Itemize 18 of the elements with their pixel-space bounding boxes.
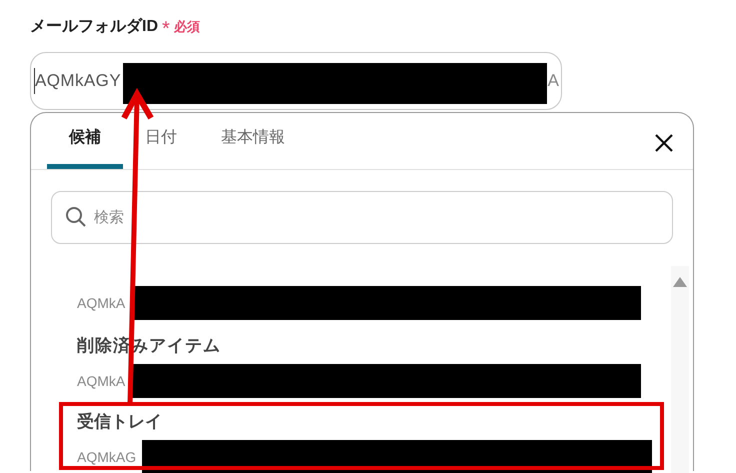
scroll-up-icon[interactable] xyxy=(672,276,688,288)
folder-name[interactable]: 受信トレイ xyxy=(77,410,671,434)
field-label: メールフォルダID xyxy=(30,16,158,37)
field-value: AQMkAGY xyxy=(35,70,122,92)
tab[interactable]: 候補 xyxy=(47,112,123,169)
search-field[interactable]: 検索 xyxy=(51,191,673,244)
folder-id: AQMkA xyxy=(77,294,126,313)
folder-id: AQMkA xyxy=(77,372,126,391)
search-icon xyxy=(65,206,87,228)
tab[interactable]: 基本情報 xyxy=(199,112,307,169)
required-tag: 必須 xyxy=(174,17,200,37)
tab[interactable]: 日付 xyxy=(123,112,199,169)
field-value: A xyxy=(548,70,559,92)
folder-id-field[interactable]: AQMkAGY A xyxy=(30,52,562,110)
folder-id: AQMkAG xyxy=(77,448,136,467)
close-icon[interactable] xyxy=(654,133,674,153)
scrollbar[interactable] xyxy=(671,266,689,473)
required-asterisk: * xyxy=(162,19,170,39)
